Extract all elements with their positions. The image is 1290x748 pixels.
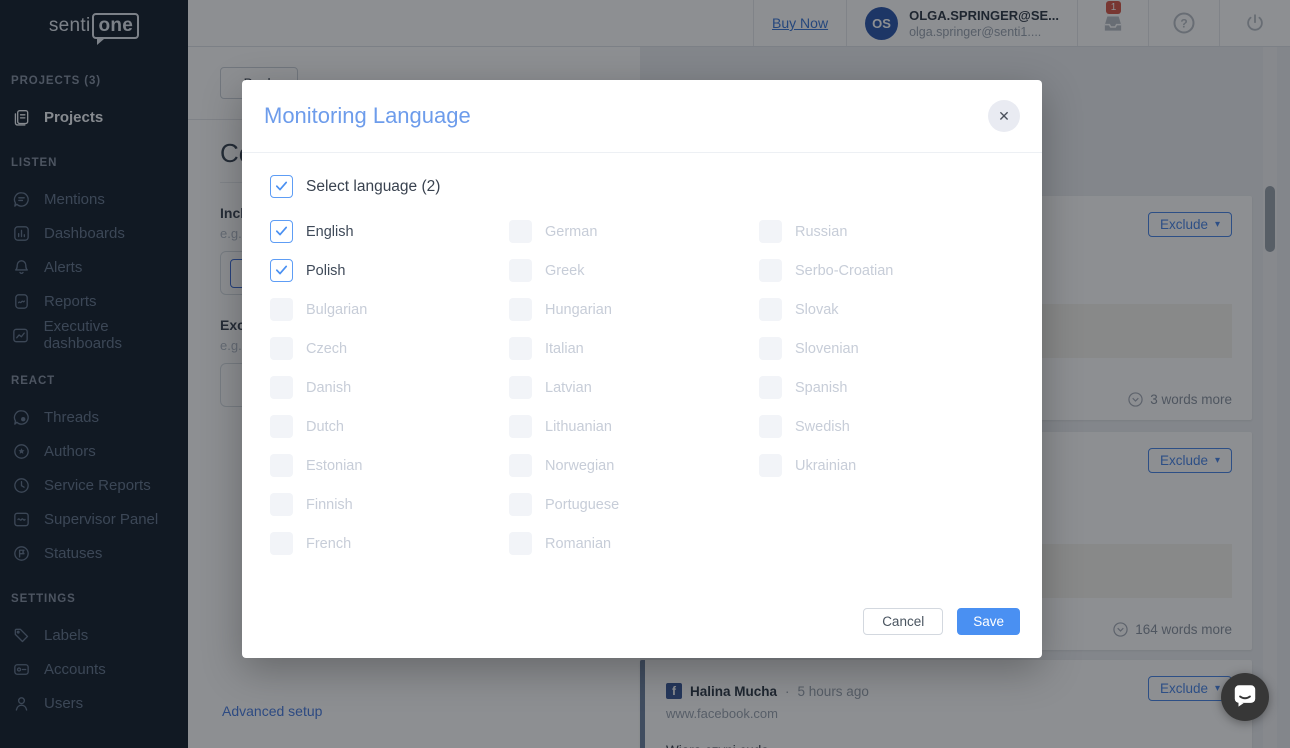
select-all-label: Select language (2) xyxy=(306,178,440,196)
cancel-button[interactable]: Cancel xyxy=(863,608,943,635)
language-label: Finnish xyxy=(306,497,353,513)
checkbox-unchecked xyxy=(759,415,782,438)
checkbox-unchecked xyxy=(509,298,532,321)
checkbox-unchecked xyxy=(509,376,532,399)
language-option-slovenian[interactable]: Slovenian xyxy=(759,329,1042,368)
language-grid: English Polish Bulgarian Czech Danish Dutch Es… xyxy=(270,212,1042,563)
language-label: Serbo-Croatian xyxy=(795,263,893,279)
language-label: Russian xyxy=(795,224,847,240)
language-option-slovak[interactable]: Slovak xyxy=(759,290,1042,329)
checkbox-unchecked xyxy=(509,532,532,555)
language-option-french[interactable]: French xyxy=(270,524,509,563)
modal-title: Monitoring Language xyxy=(264,103,471,129)
language-label: English xyxy=(306,224,354,240)
checkbox-unchecked xyxy=(270,337,293,360)
checkbox-unchecked xyxy=(270,493,293,516)
checkbox-unchecked xyxy=(759,376,782,399)
language-label: Portuguese xyxy=(545,497,619,513)
app-root: sentione PROJECTS (3)ProjectsLISTENMenti… xyxy=(0,0,1290,748)
language-option-polish[interactable]: Polish xyxy=(270,251,509,290)
modal-header: Monitoring Language ✕ xyxy=(242,80,1042,153)
language-option-swedish[interactable]: Swedish xyxy=(759,407,1042,446)
save-button[interactable]: Save xyxy=(957,608,1020,635)
monitoring-language-modal: Monitoring Language ✕ Select language (2… xyxy=(242,80,1042,658)
language-label: Greek xyxy=(545,263,585,279)
language-option-serbo-croatian[interactable]: Serbo-Croatian xyxy=(759,251,1042,290)
language-option-german[interactable]: German xyxy=(509,212,759,251)
checkbox-unchecked xyxy=(759,337,782,360)
checkbox-unchecked xyxy=(270,532,293,555)
language-label: Ukrainian xyxy=(795,458,856,474)
language-label: Hungarian xyxy=(545,302,612,318)
checkbox-checked xyxy=(270,259,293,282)
checkbox-unchecked xyxy=(270,415,293,438)
modal-close-button[interactable]: ✕ xyxy=(988,100,1020,132)
language-option-hungarian[interactable]: Hungarian xyxy=(509,290,759,329)
language-option-lithuanian[interactable]: Lithuanian xyxy=(509,407,759,446)
language-label: Romanian xyxy=(545,536,611,552)
language-label: Norwegian xyxy=(545,458,614,474)
language-label: Slovak xyxy=(795,302,839,318)
chat-bubble-icon xyxy=(1232,682,1258,713)
language-option-portuguese[interactable]: Portuguese xyxy=(509,485,759,524)
language-option-norwegian[interactable]: Norwegian xyxy=(509,446,759,485)
close-icon: ✕ xyxy=(998,108,1010,125)
modal-footer: Cancel Save xyxy=(863,608,1020,635)
checkbox-unchecked xyxy=(509,337,532,360)
language-option-romanian[interactable]: Romanian xyxy=(509,524,759,563)
language-option-czech[interactable]: Czech xyxy=(270,329,509,368)
language-option-italian[interactable]: Italian xyxy=(509,329,759,368)
language-label: Czech xyxy=(306,341,347,357)
language-option-latvian[interactable]: Latvian xyxy=(509,368,759,407)
checkbox-unchecked xyxy=(759,454,782,477)
checkbox-unchecked xyxy=(509,259,532,282)
language-option-english[interactable]: English xyxy=(270,212,509,251)
language-option-russian[interactable]: Russian xyxy=(759,212,1042,251)
select-all-checkbox xyxy=(270,175,293,198)
language-option-finnish[interactable]: Finnish xyxy=(270,485,509,524)
language-label: Estonian xyxy=(306,458,362,474)
language-label: Swedish xyxy=(795,419,850,435)
language-option-bulgarian[interactable]: Bulgarian xyxy=(270,290,509,329)
checkbox-checked xyxy=(270,220,293,243)
language-option-danish[interactable]: Danish xyxy=(270,368,509,407)
checkbox-unchecked xyxy=(759,220,782,243)
language-option-greek[interactable]: Greek xyxy=(509,251,759,290)
checkbox-unchecked xyxy=(759,298,782,321)
language-option-ukrainian[interactable]: Ukrainian xyxy=(759,446,1042,485)
checkbox-unchecked xyxy=(759,259,782,282)
language-label: Danish xyxy=(306,380,351,396)
checkbox-unchecked xyxy=(509,454,532,477)
language-option-dutch[interactable]: Dutch xyxy=(270,407,509,446)
language-label: Polish xyxy=(306,263,346,279)
language-label: French xyxy=(306,536,351,552)
checkbox-unchecked xyxy=(270,298,293,321)
language-label: German xyxy=(545,224,597,240)
checkbox-unchecked xyxy=(509,415,532,438)
language-label: Bulgarian xyxy=(306,302,367,318)
language-option-estonian[interactable]: Estonian xyxy=(270,446,509,485)
language-option-spanish[interactable]: Spanish xyxy=(759,368,1042,407)
select-all-languages[interactable]: Select language (2) xyxy=(270,175,1042,198)
checkbox-unchecked xyxy=(509,220,532,243)
language-label: Spanish xyxy=(795,380,847,396)
checkbox-unchecked xyxy=(270,376,293,399)
checkbox-unchecked xyxy=(509,493,532,516)
language-label: Lithuanian xyxy=(545,419,612,435)
language-label: Italian xyxy=(545,341,584,357)
intercom-launcher[interactable] xyxy=(1221,673,1269,721)
language-label: Latvian xyxy=(545,380,592,396)
language-label: Dutch xyxy=(306,419,344,435)
language-label: Slovenian xyxy=(795,341,859,357)
checkbox-unchecked xyxy=(270,454,293,477)
